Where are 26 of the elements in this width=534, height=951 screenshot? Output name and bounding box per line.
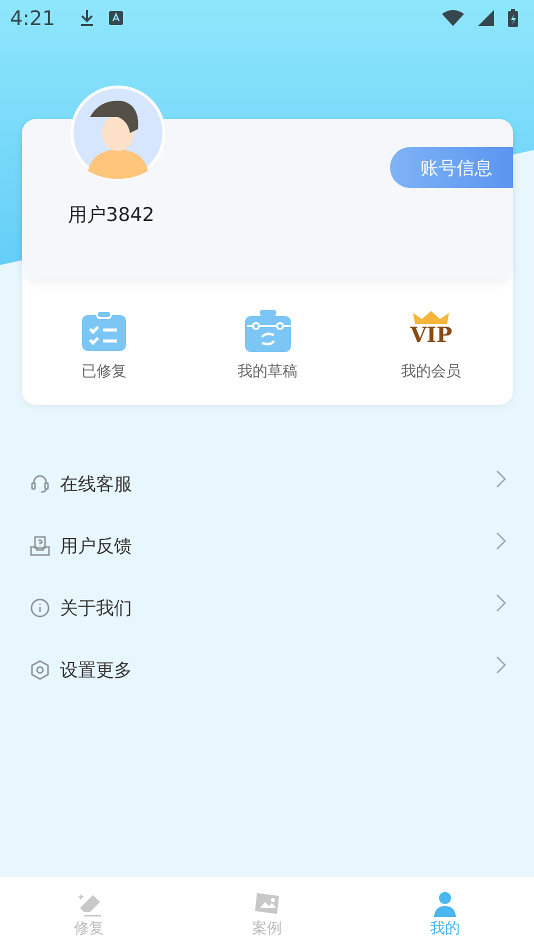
chevron-icon — [496, 656, 506, 674]
info-icon — [30, 598, 50, 618]
shortcut-label[interactable]: 我的草稿 — [238, 362, 298, 381]
keyboard-icon — [108, 11, 123, 25]
checklist-icon[interactable] — [82, 310, 126, 352]
chevron-icon — [496, 532, 506, 550]
menu-item[interactable]: 用户反馈 — [0, 515, 534, 577]
chevron-icon — [496, 594, 506, 612]
shortcut-label[interactable]: 我的会员 — [401, 362, 462, 381]
menu-item[interactable]: 设置更多 — [0, 639, 534, 701]
shortcut-label[interactable]: 已修复 — [81, 362, 126, 381]
headset-icon — [30, 474, 50, 494]
chevron-icon — [496, 470, 506, 488]
toolbox-icon[interactable] — [244, 310, 290, 352]
status-time: 4:21 — [10, 6, 55, 30]
wifi-icon — [442, 10, 464, 26]
feedback-icon — [30, 536, 50, 556]
battery-icon — [508, 9, 518, 27]
download-icon — [78, 9, 95, 27]
menu-item[interactable]: 在线客服 — [0, 453, 534, 515]
settings-icon — [30, 660, 50, 680]
person-icon — [431, 891, 459, 917]
photos-icon — [253, 891, 281, 917]
signal-icon — [478, 10, 494, 26]
menu-item[interactable]: 关于我们 — [0, 577, 534, 639]
username: 用户3842 — [68, 203, 154, 228]
